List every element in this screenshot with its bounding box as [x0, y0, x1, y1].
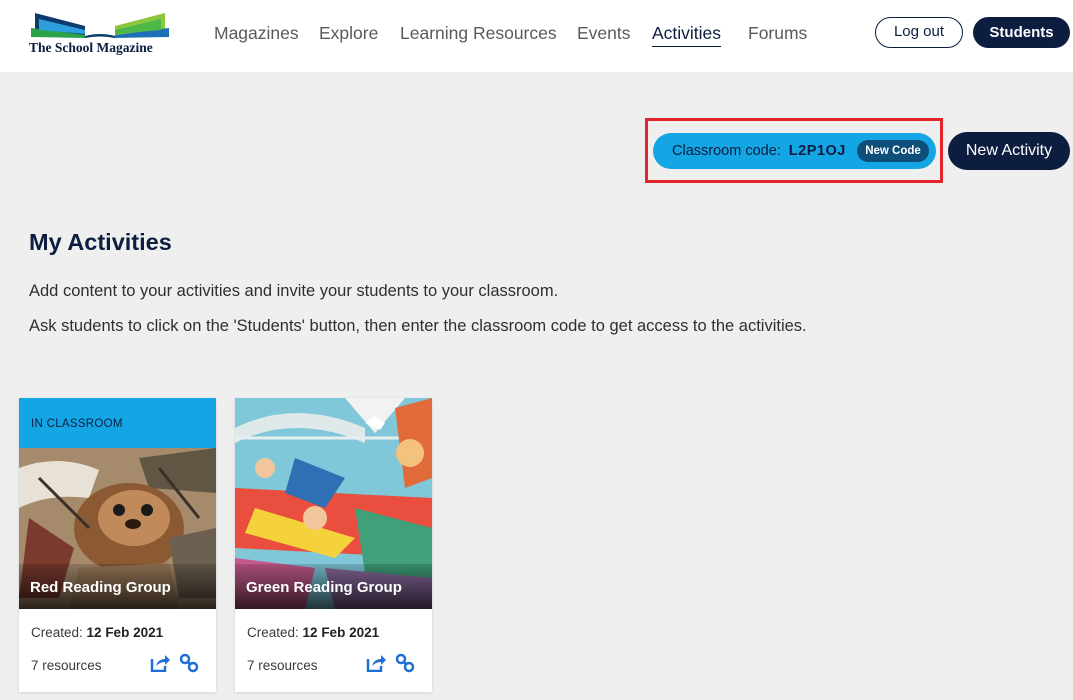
activity-card-green-reading-group[interactable]: Green Reading Group Created: 12 Feb 2021… — [235, 398, 432, 692]
created-date: 12 Feb 2021 — [86, 625, 164, 640]
nav-explore[interactable]: Explore — [319, 22, 378, 44]
new-code-button[interactable]: New Code — [857, 140, 929, 162]
card-created: Created: 12 Feb 2021 — [31, 625, 163, 640]
page-title: My Activities — [29, 229, 172, 255]
nav-forums[interactable]: Forums — [748, 22, 807, 44]
intro-text-1: Add content to your activities and invit… — [29, 282, 559, 300]
card-title: Green Reading Group — [246, 579, 402, 596]
in-classroom-badge: IN CLASSROOM — [31, 418, 123, 430]
resources-count: 7 resources — [247, 658, 318, 673]
card-title: Red Reading Group — [30, 579, 171, 596]
nav-magazines[interactable]: Magazines — [214, 22, 299, 44]
nav-learning-resources[interactable]: Learning Resources — [400, 22, 557, 44]
classroom-code-text: Classroom code: L2P1OJ — [672, 143, 846, 159]
share-icon[interactable] — [366, 654, 386, 672]
in-classroom-badge-bar: IN CLASSROOM — [19, 398, 216, 448]
created-label: Created: — [247, 625, 299, 640]
card-created: Created: 12 Feb 2021 — [247, 625, 379, 640]
created-label: Created: — [31, 625, 83, 640]
intro-text-2: Ask students to click on the 'Students' … — [29, 317, 807, 335]
share-icon[interactable] — [150, 654, 170, 672]
activity-card-red-reading-group[interactable]: IN CLASSROOM Red Reading Group Created: … — [19, 398, 216, 692]
school-magazine-logo[interactable]: The School Magazine — [27, 10, 172, 60]
students-button[interactable]: Students — [973, 17, 1070, 48]
top-header: The School Magazine Magazines Explore Le… — [0, 0, 1073, 72]
classroom-code-value: L2P1OJ — [788, 143, 846, 159]
logout-button[interactable]: Log out — [875, 17, 963, 48]
classroom-code-label: Classroom code: — [672, 143, 781, 159]
card-thumbnail-image[interactable]: Green Reading Group — [235, 398, 432, 609]
card-thumbnail-image[interactable]: IN CLASSROOM Red Reading Group — [19, 398, 216, 609]
classroom-code-pill: Classroom code: L2P1OJ New Code — [653, 133, 936, 169]
link-icon[interactable] — [395, 653, 415, 673]
resources-count: 7 resources — [31, 658, 102, 673]
nav-activities[interactable]: Activities — [652, 22, 722, 47]
link-icon[interactable] — [179, 653, 199, 673]
logo-text: The School Magazine — [29, 40, 153, 55]
created-date: 12 Feb 2021 — [302, 625, 380, 640]
nav-events[interactable]: Events — [577, 22, 631, 44]
new-activity-button[interactable]: New Activity — [948, 132, 1070, 170]
book-logo-icon — [31, 13, 169, 38]
